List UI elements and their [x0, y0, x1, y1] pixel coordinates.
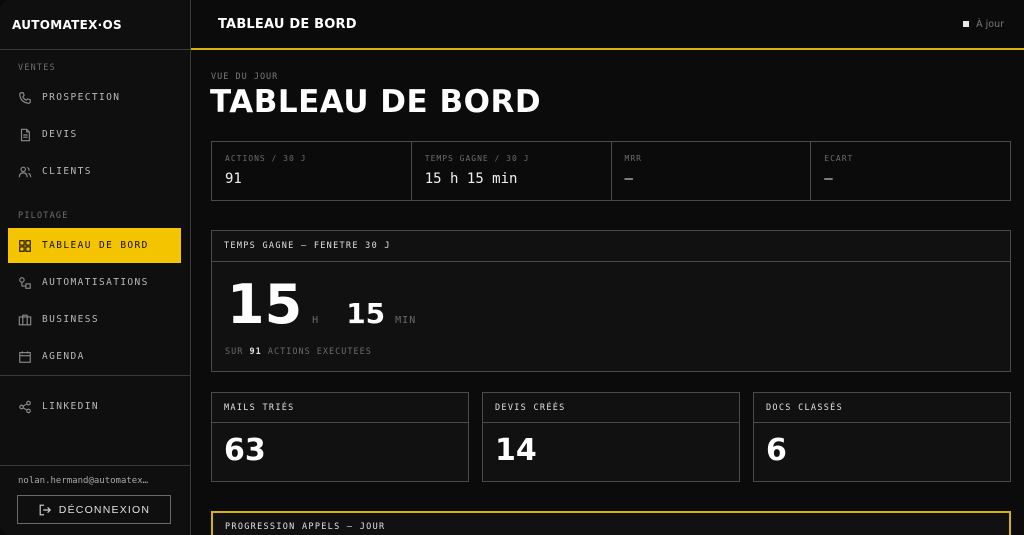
- panel-title: TEMPS GAGNE — FENETRE 30 J: [212, 231, 1010, 262]
- logout-label: DÉCONNEXION: [58, 503, 151, 516]
- kpi-label: ACTIONS / 30 J: [225, 154, 307, 163]
- logout-icon: [39, 504, 51, 515]
- users-icon: [18, 165, 32, 179]
- topbar: TABLEAU DE BORD À jour: [191, 0, 1024, 50]
- stat-card-label: DEVIS CRÉÉS: [483, 393, 739, 423]
- sidebar-item-prospection[interactable]: PROSPECTION: [8, 80, 181, 115]
- briefcase-icon: [18, 313, 32, 327]
- main-content: TABLEAU DE BORD À jour VUE DU JOUR TABLE…: [191, 0, 1024, 535]
- phone-icon: [18, 91, 32, 105]
- kpi-mrr: MRR —: [612, 142, 812, 200]
- sidebar-item-tableau-de-bord[interactable]: TABLEAU DE BORD: [8, 228, 181, 263]
- grid-icon: [18, 239, 32, 253]
- status-dot-icon: [963, 21, 970, 27]
- sidebar-item-devis[interactable]: DEVIS: [8, 117, 181, 152]
- sidebar-divider: [0, 375, 191, 376]
- sidebar-item-label: LINKEDIN: [42, 401, 99, 412]
- sidebar: AUTOMATEX·OS VENTES PROSPECTION DEVIS CL…: [0, 0, 191, 535]
- topbar-title: TABLEAU DE BORD: [218, 16, 357, 32]
- panel-title: PROGRESSION APPELS — JOUR: [225, 522, 386, 532]
- app-window: AUTOMATEX·OS VENTES PROSPECTION DEVIS CL…: [0, 0, 1024, 535]
- sidebar-item-label: CLIENTS: [42, 166, 92, 177]
- section-label-ventes: VENTES: [18, 63, 56, 73]
- stat-card-label: MAILS TRIÉS: [212, 393, 468, 423]
- kpi-value: —: [824, 171, 833, 187]
- section-label-pilotage: PILOTAGE: [18, 211, 69, 221]
- sidebar-item-business[interactable]: BUSINESS: [8, 302, 181, 337]
- user-email: nolan.hermand@automatex…: [18, 476, 149, 486]
- sidebar-item-automatisations[interactable]: AUTOMATISATIONS: [8, 265, 181, 300]
- stat-card-label: DOCS CLASSÉS: [754, 393, 1010, 423]
- brand-logo[interactable]: AUTOMATEX·OS: [0, 0, 190, 50]
- share-icon: [18, 400, 32, 414]
- minutes-unit: MIN: [395, 315, 417, 326]
- time-saved-panel: TEMPS GAGNE — FENETRE 30 J 15 H 15 MIN S…: [211, 230, 1011, 372]
- sync-status-label: À jour: [976, 18, 1004, 30]
- kpi-label: MRR: [624, 154, 642, 163]
- sidebar-item-label: AUTOMATISATIONS: [42, 277, 149, 288]
- caption-count: 91: [249, 347, 262, 357]
- stat-card-docs: DOCS CLASSÉS 6: [753, 392, 1011, 482]
- kpi-value: —: [624, 171, 633, 187]
- caption-prefix: SUR: [225, 347, 244, 357]
- sidebar-item-label: PROSPECTION: [42, 92, 121, 103]
- calls-progress-panel: PROGRESSION APPELS — JOUR: [211, 511, 1011, 535]
- time-saved-value: 15 H 15 MIN: [227, 275, 416, 335]
- sidebar-item-agenda[interactable]: AGENDA: [8, 339, 181, 374]
- stat-card-devis: DEVIS CRÉÉS 14: [482, 392, 740, 482]
- kpi-actions: ACTIONS / 30 J 91: [212, 142, 412, 200]
- sidebar-item-label: DEVIS: [42, 129, 78, 140]
- hours-value: 15: [227, 273, 303, 336]
- page-title: TABLEAU DE BORD: [210, 84, 542, 120]
- kpi-label: TEMPS GAGNE / 30 J: [424, 154, 530, 163]
- stat-card-value: 14: [495, 433, 537, 468]
- workflow-icon: [18, 276, 32, 290]
- logout-button[interactable]: DÉCONNEXION: [17, 495, 171, 524]
- stat-card-mails: MAILS TRIÉS 63: [211, 392, 469, 482]
- stat-card-value: 63: [224, 433, 266, 468]
- hours-unit: H: [312, 315, 320, 326]
- sidebar-item-clients[interactable]: CLIENTS: [8, 154, 181, 189]
- sidebar-item-label: AGENDA: [42, 351, 85, 362]
- kpi-time-saved: TEMPS GAGNE / 30 J 15 h 15 min: [412, 142, 612, 200]
- sidebar-item-label: BUSINESS: [42, 314, 99, 325]
- page-overline: VUE DU JOUR: [211, 72, 279, 82]
- sidebar-divider: [0, 465, 191, 466]
- kpi-value: 91: [225, 171, 242, 187]
- kpi-label: ECART: [824, 154, 854, 163]
- document-icon: [18, 128, 32, 142]
- sidebar-item-linkedin[interactable]: LINKEDIN: [8, 389, 181, 424]
- caption-suffix: ACTIONS EXECUTEES: [267, 347, 372, 357]
- kpi-value: 15 h 15 min: [424, 171, 518, 187]
- time-saved-caption: SUR 91 ACTIONS EXECUTEES: [225, 347, 372, 357]
- kpi-ecart: ECART —: [811, 142, 1010, 200]
- sidebar-item-label: TABLEAU DE BORD: [42, 240, 149, 251]
- calendar-icon: [18, 350, 32, 364]
- sync-status: À jour: [963, 19, 1004, 30]
- stat-card-value: 6: [766, 433, 787, 468]
- kpi-strip: ACTIONS / 30 J 91 TEMPS GAGNE / 30 J 15 …: [211, 141, 1011, 201]
- minutes-value: 15: [346, 297, 386, 330]
